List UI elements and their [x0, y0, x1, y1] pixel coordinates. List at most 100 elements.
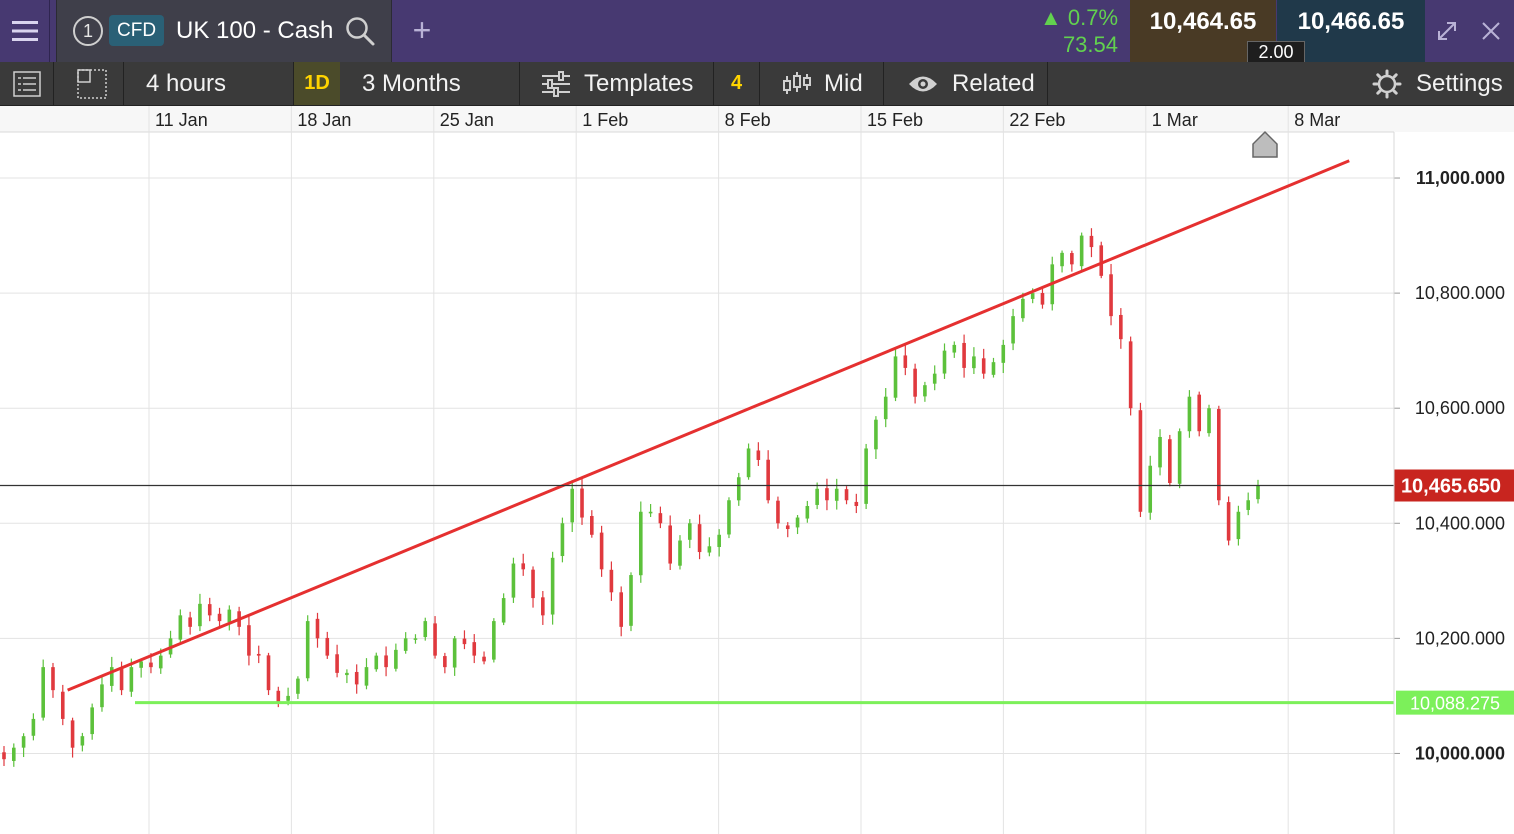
candlestick[interactable] [1168, 434, 1172, 487]
candle-body [972, 356, 976, 369]
candle-body [854, 501, 859, 507]
candlestick[interactable] [727, 497, 731, 539]
gear-icon [1372, 69, 1402, 98]
candlestick[interactable] [1187, 390, 1192, 438]
candlestick[interactable] [599, 525, 604, 577]
list-view-button[interactable] [0, 62, 54, 105]
candle-body [384, 655, 388, 668]
candlestick[interactable] [1079, 232, 1084, 271]
candle-body [717, 534, 721, 548]
candle-body [1040, 293, 1045, 305]
candlestick[interactable] [893, 349, 898, 402]
period-badge-1d[interactable]: 1D [294, 62, 340, 105]
candle-body [805, 506, 810, 519]
indicator-count-badge[interactable]: 4 [714, 62, 760, 105]
indicator-count: 4 [730, 72, 743, 94]
candlestick[interactable] [1217, 405, 1221, 506]
candle-body [952, 344, 957, 353]
candlestick[interactable] [1177, 428, 1182, 489]
candlestick[interactable] [1226, 496, 1231, 546]
close-button[interactable] [1474, 14, 1508, 48]
price-change-points: 73.54 [1062, 32, 1118, 57]
y-axis-tick-label: 10,800.000 [1415, 283, 1505, 303]
candle-body [2, 752, 6, 760]
menu-button[interactable] [0, 0, 50, 62]
candlestick[interactable] [305, 615, 310, 682]
candle-body [296, 678, 300, 694]
candle-body [736, 477, 741, 501]
candlestick[interactable] [1197, 391, 1202, 437]
candlestick[interactable] [638, 501, 643, 583]
candle-body [619, 592, 624, 627]
hamburger-menu-icon [11, 21, 38, 41]
search-button[interactable] [343, 14, 377, 48]
candlestick[interactable] [501, 593, 506, 626]
candle-body [795, 517, 800, 528]
candle-body [981, 358, 986, 374]
candle-body [403, 638, 408, 651]
price-type-selector[interactable]: Mid [760, 62, 884, 105]
candle-body [511, 563, 516, 598]
candle-body [11, 747, 16, 761]
candlestick[interactable] [560, 517, 565, 563]
candlestick[interactable] [41, 659, 45, 721]
candle-body [942, 350, 947, 374]
market-name: UK 100 - Cash [176, 17, 334, 44]
candlestick[interactable] [511, 557, 516, 603]
candle-body [1256, 485, 1260, 500]
candlestick[interactable] [864, 443, 868, 510]
candle-body [335, 654, 339, 673]
candlestick[interactable] [492, 618, 496, 663]
expand-button[interactable] [1430, 14, 1464, 48]
candle-body [80, 736, 85, 746]
x-axis-tick-label: 25 Jan [440, 110, 494, 130]
candlestick[interactable] [550, 551, 555, 625]
candlestick[interactable] [746, 443, 751, 480]
candle-body [932, 373, 937, 384]
candle-body [276, 690, 281, 702]
candle-body [41, 667, 45, 718]
add-tab-button[interactable]: + [406, 13, 438, 49]
candle-body [1099, 245, 1104, 276]
x-axis-tick-label: 18 Jan [297, 110, 351, 130]
candle-body [354, 671, 359, 685]
range-selector[interactable]: 3 Months [340, 62, 520, 105]
chart-canvas[interactable]: 11 Jan 18 Jan 25 Jan 1 Feb 8 Feb 15 Feb 22 Feb… [0, 106, 1514, 834]
price-chart[interactable]: 11 Jan 18 Jan 25 Jan 1 Feb 8 Feb 15 Feb 22 Feb… [0, 106, 1514, 834]
interval-selector[interactable]: 4 hours [124, 62, 294, 105]
candle-body [256, 653, 261, 656]
candle-body [90, 707, 94, 735]
sell-price: 10,464.65 [1149, 8, 1257, 35]
candlestick[interactable] [629, 572, 633, 632]
y-axis-tick-label: 10,000.000 [1415, 743, 1505, 763]
y-axis-tick-label: 10,600.000 [1415, 398, 1505, 418]
candle-body [1236, 511, 1241, 540]
candle-body [1168, 439, 1172, 483]
candle-body [266, 655, 271, 691]
candle-body [452, 638, 457, 668]
candle-body [1197, 394, 1202, 432]
candlestick[interactable] [1099, 241, 1104, 279]
candle-body [325, 637, 330, 656]
candle-body [1001, 344, 1006, 363]
chart-layout-button[interactable] [60, 62, 124, 105]
market-tab[interactable]: 1 CFD UK 100 - Cash [56, 0, 392, 62]
candle-body [864, 448, 868, 504]
x-axis-tick-label: 1 Feb [582, 110, 628, 130]
candle-body [51, 667, 55, 691]
related-button[interactable]: Related [884, 62, 1048, 105]
candle-body [21, 736, 26, 748]
candle-body [531, 569, 535, 599]
candle-body [31, 718, 36, 736]
list-icon [12, 70, 41, 97]
candlestick[interactable] [1128, 336, 1133, 416]
settings-button[interactable]: Settings [1354, 62, 1514, 105]
market-header-bar: 1 CFD UK 100 - Cash + ▲ 0.7% 73.54 10,46… [0, 0, 1514, 63]
tab-number: 1 [73, 16, 103, 46]
interval-label: 4 hours [146, 69, 227, 97]
candlestick[interactable] [1207, 404, 1211, 437]
candlestick[interactable] [266, 652, 271, 696]
templates-button[interactable]: Templates [520, 62, 714, 105]
candle-body [962, 342, 966, 368]
candlestick[interactable] [1138, 402, 1143, 518]
